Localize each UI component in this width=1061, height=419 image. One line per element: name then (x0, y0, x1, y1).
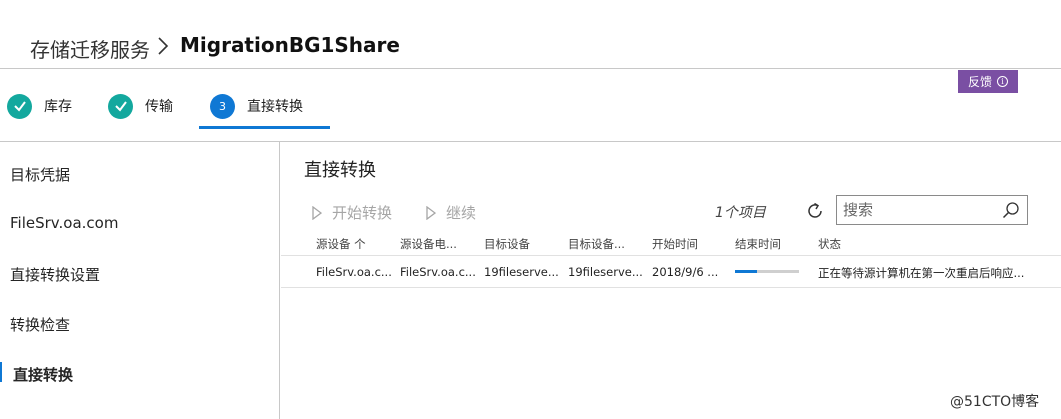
progress-fill (735, 270, 758, 273)
continue-label: 继续 (446, 204, 477, 222)
column-header-source-device-2[interactable]: 源设备电... (400, 236, 457, 252)
step-label: 直接转换 (247, 99, 303, 115)
column-header-source-device[interactable]: 源设备 个 (316, 236, 366, 252)
start-cutover-label: 开始转换 (332, 204, 393, 222)
search-input[interactable] (837, 196, 997, 224)
check-icon (7, 93, 32, 119)
watermark: @51CTO博客 (950, 394, 1040, 410)
breadcrumb-parent[interactable]: 存储迁移服务 (30, 34, 150, 63)
sidebar-item-cutover[interactable]: 直接转换 (13, 364, 73, 385)
main-panel: 直接转换 开始转换 继续 1个项目 源设备 个 源设备电... 目标设备 目标设… (281, 142, 1061, 419)
step-inventory[interactable]: 库存 (7, 92, 72, 120)
search-box (836, 195, 1028, 225)
active-item-marker (0, 362, 2, 382)
sidebar-item-cutover-check[interactable]: 转换检查 (10, 314, 70, 335)
play-icon (312, 205, 322, 220)
cell-target-device: 19fileserve... (484, 265, 559, 279)
sidebar-item-target-credentials[interactable]: 目标凭据 (10, 164, 70, 185)
check-icon (108, 93, 133, 119)
active-step-indicator (199, 126, 330, 129)
column-header-end-time[interactable]: 结束时间 (735, 236, 781, 252)
search-icon[interactable] (1002, 201, 1020, 219)
page-title: 直接转换 (304, 160, 376, 181)
cell-source-device: FileSrv.oa.c... (316, 265, 392, 279)
play-icon (426, 205, 436, 220)
end-time-progress-bar (735, 270, 799, 273)
item-count: 1个项目 (715, 205, 766, 221)
sidebar: 目标凭据 FileSrv.oa.com 直接转换设置 转换检查 直接转换 (0, 142, 280, 419)
column-header-status[interactable]: 状态 (818, 236, 841, 252)
step-label: 传输 (145, 99, 173, 115)
cell-target-device-2: 19fileserve... (568, 265, 643, 279)
step-cutover[interactable]: 3 直接转换 (210, 92, 303, 120)
wizard-steps: 库存 传输 3 直接转换 (0, 70, 1061, 142)
sidebar-item-fileserver[interactable]: FileSrv.oa.com (10, 214, 118, 232)
step-number: 3 (210, 93, 235, 119)
start-cutover-button[interactable]: 开始转换 (312, 202, 392, 223)
column-header-start-time[interactable]: 开始时间 (652, 236, 698, 252)
chevron-right-icon (158, 37, 169, 55)
cell-start-time: 2018/9/6 ... (652, 265, 719, 279)
continue-button[interactable]: 继续 (426, 202, 476, 223)
sidebar-item-cutover-settings[interactable]: 直接转换设置 (10, 264, 100, 285)
column-header-target-device-2[interactable]: 目标设备... (568, 236, 625, 252)
column-header-target-device[interactable]: 目标设备 (484, 236, 530, 252)
step-transfer[interactable]: 传输 (108, 92, 173, 120)
refresh-icon[interactable] (805, 201, 825, 221)
cell-status: 正在等待源计算机在第一次重启后响应... (818, 266, 1025, 280)
cell-source-device-2: FileSrv.oa.c... (400, 265, 476, 279)
table-header-row: 源设备 个 源设备电... 目标设备 目标设备... 开始时间 结束时间 状态 (281, 230, 1061, 256)
breadcrumb-current: MigrationBG1Share (180, 33, 400, 57)
page-header: 存储迁移服务 MigrationBG1Share (0, 0, 1061, 69)
step-label: 库存 (44, 99, 72, 115)
table-row[interactable]: FileSrv.oa.c... FileSrv.oa.c... 19filese… (281, 257, 1061, 288)
